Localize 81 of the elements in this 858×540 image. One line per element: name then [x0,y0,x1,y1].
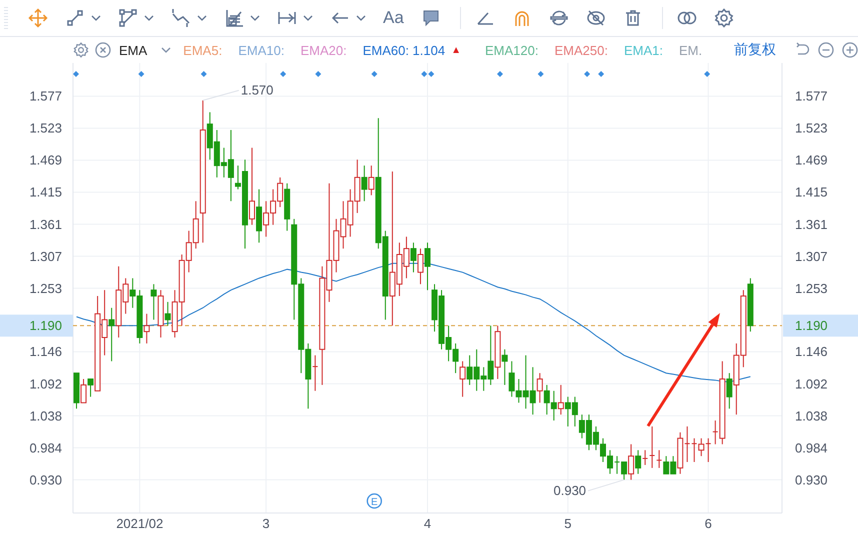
axis-label: 1.146 [795,344,828,360]
axis-label: 1.523 [795,120,828,136]
eye-off-icon[interactable] [586,8,606,28]
ref-line-label: 1.190 [29,318,62,334]
settings-icon[interactable] [714,8,734,28]
legend-item[interactable]: EMA60: 1.104 [362,42,446,58]
leader-line [588,479,625,492]
pattern-icon[interactable] [224,8,244,28]
caret-icon[interactable] [303,14,313,22]
axis-label: 3 [262,516,270,531]
sync-icon[interactable] [548,8,569,28]
diamond-icon[interactable] [138,71,144,77]
text-tool[interactable]: Aa [383,8,404,28]
axis-label: 1.146 [29,344,62,360]
axis-label: 1.361 [795,216,828,232]
legend-item[interactable]: EMA120: [484,42,538,58]
diamond-icon[interactable] [497,71,503,77]
diamond-icon[interactable] [315,71,322,77]
leader-line [202,90,240,101]
axis-label: 0.930 [795,472,828,488]
caret-icon[interactable] [144,14,154,22]
caret-icon[interactable] [250,14,260,22]
event-marker[interactable]: E [366,493,382,509]
diamond-icon[interactable] [598,71,604,77]
diamond-icon[interactable] [584,71,590,77]
diamond-icon[interactable] [280,71,286,77]
low-price-label: 0.930 [554,482,586,498]
legend-item[interactable]: EM. [678,42,702,58]
legend-item[interactable]: EMA1: [624,42,663,58]
axis-label: 0.930 [29,472,62,488]
axis-label: 1.415 [29,184,62,200]
axis-label: 0.984 [795,440,828,456]
polygon-icon[interactable] [118,8,138,28]
close-icon[interactable] [95,42,111,58]
settings-icon[interactable] [73,42,89,58]
diamond-icon[interactable] [371,71,378,77]
axis-label: 1.038 [795,408,828,424]
axis-label: 1.038 [29,408,62,424]
adjustment-link[interactable]: 前复权 [734,41,776,59]
axis-label: 6 [704,516,712,531]
diamond-icon[interactable] [200,71,207,77]
caret-icon[interactable] [356,14,366,22]
axis-label: 1.253 [29,280,62,296]
legend-item[interactable]: EMA10: [238,42,284,58]
trend-indicator: ▲ [451,44,461,56]
legend-item[interactable]: EMA5: [183,42,222,58]
axis-label: 1.469 [795,152,828,168]
price-label: 1.190 [0,314,73,337]
axis-label: 1.092 [29,376,62,392]
axis-label: 1.577 [795,88,828,104]
high-price-label: 1.570 [240,82,274,98]
caret-icon[interactable] [91,14,101,22]
diamond-icon[interactable] [538,71,544,77]
zoom-out-icon[interactable] [818,42,834,58]
price-label: 1.190 [783,314,858,337]
axis-label: 1.307 [29,248,62,264]
diamond-icon[interactable] [73,71,79,77]
diamond-icon[interactable] [704,71,710,77]
comment-icon[interactable] [420,8,441,28]
drag-handle[interactable] [4,7,8,29]
axis-label: 1.307 [795,248,828,264]
axis-label: 0.984 [29,440,62,456]
axis-label: 1.415 [795,184,828,200]
axis-label: 2021/02 [116,516,164,531]
axis-label: 1.361 [29,216,62,232]
wave-icon[interactable] [171,8,191,28]
axis-label: 4 [424,516,432,531]
line-segment-icon[interactable] [65,8,85,28]
axis-label: 5 [564,516,572,531]
caret-icon[interactable] [161,46,172,54]
axis-label: 1.523 [29,120,62,136]
indicator-name: EMA [119,42,148,58]
axis-label: 1.092 [795,376,828,392]
axis-label: 1.577 [29,88,62,104]
move-icon[interactable] [28,8,48,28]
caret-icon[interactable] [197,14,207,22]
zoom-in-icon[interactable] [842,42,858,58]
axis-label: 1.469 [29,152,62,168]
axis-label: 1.253 [795,280,828,296]
legend-item[interactable]: EMA250: [554,42,608,58]
legend-item[interactable]: EMA20: [300,42,347,58]
